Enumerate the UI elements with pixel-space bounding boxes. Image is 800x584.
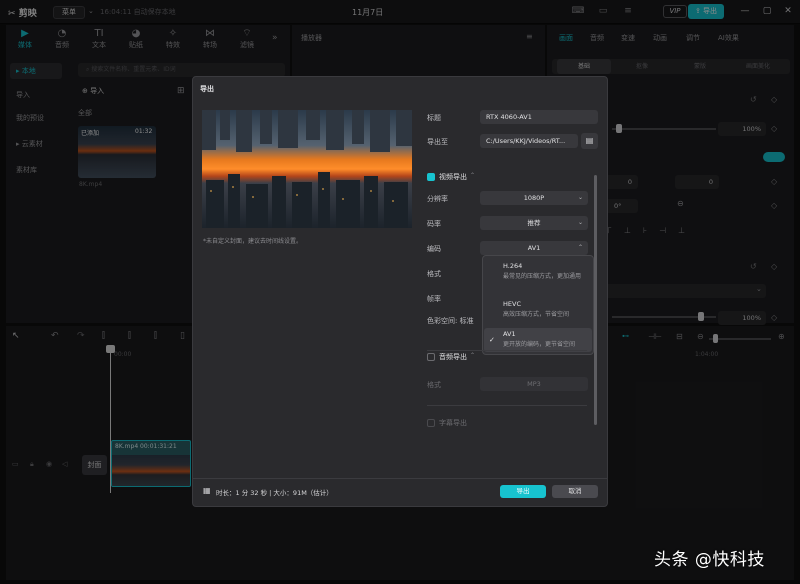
film-icon: ▦ (203, 486, 211, 495)
codec-option-hevc[interactable]: HEVC (503, 300, 521, 308)
dialog-title: 导出 (200, 85, 214, 93)
cover-hint: *未自定义封面，建议去时间线设置。 (203, 238, 303, 245)
checkmark-icon: ✓ (489, 336, 495, 344)
codec-option-av1[interactable]: AV1 (503, 330, 516, 338)
export-info: 时长：1 分 32 秒 | 大小：91M（估计） (216, 489, 333, 497)
title-input[interactable]: RTX 4060-AV1 (480, 110, 598, 124)
chevron-down-icon: ⌄ (577, 194, 583, 201)
codec-option-hevc-desc: 高效压缩方式，节省空间 (503, 311, 570, 318)
subtitle-export-checkbox[interactable] (427, 419, 435, 427)
subtitle-export-label: 字幕导出 (439, 419, 467, 427)
footer-divider (193, 478, 607, 479)
colorspace-label: 色彩空间: 标准 (427, 316, 474, 326)
chevron-down-icon: ⌄ (577, 219, 583, 226)
bitrate-value: 推荐 (527, 219, 541, 227)
colorspace-value: 标准 (459, 317, 474, 325)
codec-value: AV1 (527, 244, 541, 252)
dialog-scrollbar[interactable] (594, 175, 597, 425)
codec-label: 编码 (427, 245, 441, 253)
divider (427, 405, 587, 406)
audio-export-label: 音频导出 (439, 353, 467, 361)
audio-export-checkbox[interactable] (427, 353, 435, 361)
resolution-select[interactable]: 1080P ⌄ (480, 191, 588, 205)
colorspace-label-text: 色彩空间: (427, 317, 458, 325)
bitrate-label: 码率 (427, 220, 441, 228)
audio-format-label: 格式 (427, 381, 441, 389)
city-sunset-image (202, 110, 412, 228)
export-path-input[interactable]: C:/Users/KKJ/Videos/RT... (480, 134, 578, 148)
divider (427, 350, 587, 351)
cover-preview[interactable] (202, 110, 412, 228)
bitrate-select[interactable]: 推荐 ⌄ (480, 216, 588, 230)
framerate-label: 帧率 (427, 295, 441, 303)
title-label: 标题 (427, 114, 441, 122)
codec-select[interactable]: AV1 ⌃ (480, 241, 588, 255)
video-export-checkbox[interactable] (427, 173, 435, 181)
resolution-value: 1080P (523, 194, 545, 202)
folder-icon[interactable]: ▤ (581, 133, 598, 149)
collapse-icon[interactable]: ⌃ (470, 352, 475, 359)
watermark: 头条 @快科技 (654, 550, 765, 570)
cancel-button[interactable]: 取消 (552, 485, 598, 498)
collapse-icon[interactable]: ⌃ (470, 172, 475, 179)
codec-option-av1-desc: 更开放的编码，更节省空间 (503, 341, 576, 348)
resolution-label: 分辨率 (427, 195, 448, 203)
export-path-label: 导出至 (427, 138, 448, 146)
audio-format-select[interactable]: MP3 (480, 377, 588, 391)
format-label: 格式 (427, 270, 441, 278)
chevron-up-icon: ⌃ (577, 244, 583, 251)
video-export-label: 视频导出 (439, 173, 467, 181)
audio-format-value: MP3 (527, 380, 541, 388)
confirm-export-button[interactable]: 导出 (500, 485, 546, 498)
codec-option-h264[interactable]: H.264 (503, 262, 522, 270)
codec-option-h264-desc: 最常见的压缩方式，更加通用 (503, 273, 582, 280)
